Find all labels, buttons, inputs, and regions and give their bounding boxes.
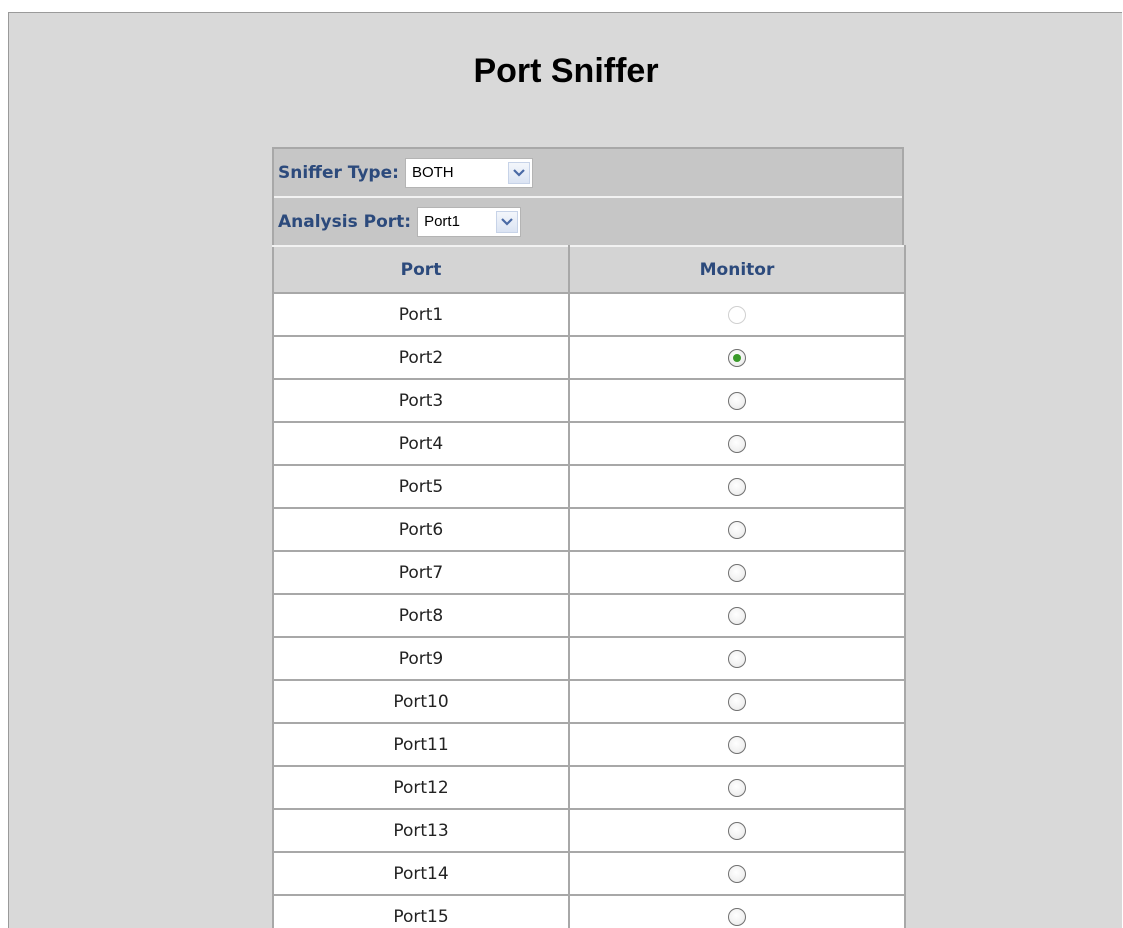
- analysis-port-label: Analysis Port:: [278, 211, 412, 232]
- monitor-radio[interactable]: [728, 477, 746, 496]
- monitor-cell: [568, 679, 906, 724]
- chevron-down-icon[interactable]: [496, 210, 519, 233]
- column-header-port: Port: [272, 245, 570, 294]
- port-name-cell: Port14: [272, 851, 570, 896]
- monitor-radio[interactable]: [728, 520, 746, 539]
- monitor-radio[interactable]: [728, 606, 746, 625]
- monitor-cell: [568, 421, 906, 466]
- monitor-radio[interactable]: [728, 735, 746, 754]
- column-header-monitor: Monitor: [568, 245, 906, 294]
- table-row: Port5: [272, 464, 906, 509]
- table-row: Port14: [272, 851, 906, 896]
- table-row: Port7: [272, 550, 906, 595]
- sniffer-type-select[interactable]: BOTH: [404, 157, 533, 188]
- monitor-radio[interactable]: [728, 864, 746, 883]
- analysis-port-value: Port1: [424, 213, 460, 230]
- table-row: Port1: [272, 292, 906, 337]
- port-name-cell: Port1: [272, 292, 570, 337]
- monitor-cell: [568, 550, 906, 595]
- analysis-port-select[interactable]: Port1: [417, 206, 522, 237]
- monitor-radio[interactable]: [728, 563, 746, 582]
- port-name-cell: Port7: [272, 550, 570, 595]
- monitor-radio[interactable]: [728, 434, 746, 453]
- port-name-cell: Port13: [272, 808, 570, 853]
- monitor-cell: [568, 894, 906, 928]
- port-name-cell: Port11: [272, 722, 570, 767]
- monitor-cell: [568, 464, 906, 509]
- port-name-cell: Port8: [272, 593, 570, 638]
- port-name-cell: Port9: [272, 636, 570, 681]
- sniffer-type-label: Sniffer Type:: [278, 162, 399, 183]
- monitor-radio[interactable]: [728, 821, 746, 840]
- monitor-cell: [568, 808, 906, 853]
- table-row: Port11: [272, 722, 906, 767]
- analysis-port-row: Analysis Port: Port1: [274, 198, 902, 247]
- monitor-cell: [568, 765, 906, 810]
- port-name-cell: Port10: [272, 679, 570, 724]
- table-row: Port4: [272, 421, 906, 466]
- page-frame: Port Sniffer Sniffer Type: BOTH Analysis…: [8, 12, 1122, 928]
- monitor-cell: [568, 507, 906, 552]
- port-monitor-table: Port Monitor Port1 Port2 Port3 Port4 Port5 Po…: [272, 245, 906, 928]
- monitor-cell: [568, 378, 906, 423]
- monitor-radio[interactable]: [728, 391, 746, 410]
- sniffer-settings-panel: Sniffer Type: BOTH Analysis Port: Port1: [272, 147, 904, 247]
- monitor-cell: [568, 722, 906, 767]
- monitor-cell: [568, 636, 906, 681]
- table-row: Port12: [272, 765, 906, 810]
- monitor-radio[interactable]: [728, 907, 746, 926]
- table-row: Port9: [272, 636, 906, 681]
- monitor-radio: [728, 305, 746, 324]
- port-name-cell: Port3: [272, 378, 570, 423]
- port-name-cell: Port15: [272, 894, 570, 928]
- chevron-down-icon[interactable]: [507, 161, 530, 184]
- table-row: Port15: [272, 894, 906, 928]
- table-row: Port6: [272, 507, 906, 552]
- monitor-radio[interactable]: [728, 692, 746, 711]
- port-name-cell: Port5: [272, 464, 570, 509]
- monitor-cell: [568, 292, 906, 337]
- port-name-cell: Port4: [272, 421, 570, 466]
- table-row: Port10: [272, 679, 906, 724]
- monitor-radio[interactable]: [728, 348, 746, 367]
- monitor-cell: [568, 335, 906, 380]
- port-name-cell: Port6: [272, 507, 570, 552]
- sniffer-type-row: Sniffer Type: BOTH: [274, 149, 902, 198]
- port-name-cell: Port2: [272, 335, 570, 380]
- table-row: Port3: [272, 378, 906, 423]
- port-rows: Port1 Port2 Port3 Port4 Port5 Port6 Port7 Port8…: [272, 292, 906, 928]
- sniffer-type-value: BOTH: [411, 164, 454, 181]
- page-title: Port Sniffer: [473, 52, 659, 90]
- monitor-cell: [568, 593, 906, 638]
- port-name-cell: Port12: [272, 765, 570, 810]
- monitor-radio[interactable]: [728, 649, 746, 668]
- table-header-row: Port Monitor: [272, 245, 906, 294]
- table-row: Port2: [272, 335, 906, 380]
- monitor-radio[interactable]: [728, 778, 746, 797]
- monitor-cell: [568, 851, 906, 896]
- table-row: Port8: [272, 593, 906, 638]
- table-row: Port13: [272, 808, 906, 853]
